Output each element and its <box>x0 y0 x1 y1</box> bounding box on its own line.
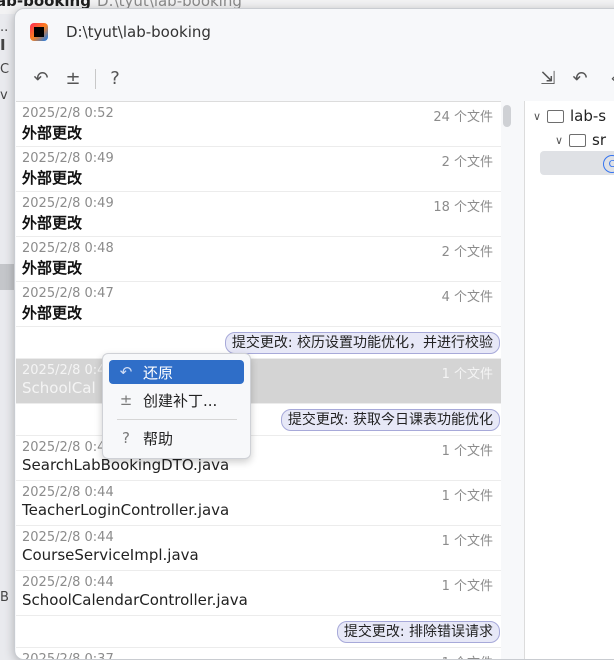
entry-description: CourseServiceImpl.java <box>22 546 199 564</box>
entry-description: SchoolCalendarController.java <box>22 591 248 609</box>
commit-tag-row: 提交更改: 获取今日课表功能优化 <box>16 404 501 436</box>
entry-description: 外部更改 <box>22 214 83 232</box>
question-icon: ? <box>122 429 130 447</box>
entry-date: 2025/2/8 0:49 <box>22 151 114 166</box>
history-entry[interactable]: 2025/2/8 0:47 4 个文件外部更改 <box>16 282 501 327</box>
entry-file-count: 1 个文件 <box>441 444 493 459</box>
entry-description: 外部更改 <box>22 124 83 142</box>
menu-item-label: 还原 <box>143 363 174 382</box>
local-history-window: D:\tyut\lab-booking ↶ ± ? ⇲ ↶ ‹ 2025/2/8… <box>14 8 614 660</box>
menu-item-label: 帮助 <box>143 429 174 448</box>
entry-file-count: 1 个文件 <box>441 534 493 549</box>
scrollbar-thumb[interactable] <box>503 105 511 127</box>
menu-item-revert[interactable]: ↶ 还原 <box>109 360 244 384</box>
background-left-edge: .. I C v B <box>0 20 14 647</box>
left-edge-glyph: .. <box>0 20 9 35</box>
entry-date: 2025/2/8 0:44 <box>22 575 114 590</box>
entry-date: 2025/2/8 0:37 <box>22 652 114 660</box>
history-entry[interactable]: 2025/2/8 0:44 1 个文件 SchoolCalendarControll… <box>16 571 501 616</box>
entry-file-count: 1 个文件 <box>441 579 493 594</box>
tree-node-root[interactable]: ∨ lab-s <box>533 105 606 127</box>
revert-changes-button[interactable]: ↶ <box>567 65 593 91</box>
entry-description: SchoolCal <box>22 379 96 397</box>
left-edge-glyph: I <box>0 36 6 54</box>
history-entry[interactable]: 2025/2/8 0:44 1 个文件 TeacherLoginController… <box>16 481 501 526</box>
history-scrollbar[interactable] <box>502 101 512 659</box>
commit-tag-row: 提交更改: 校历设置功能优化，并进行校验 <box>16 327 501 359</box>
diff-toolbar: ⇲ ↶ ‹ <box>15 61 614 97</box>
history-entry[interactable]: 2025/2/8 0:37 1 个文件 <box>16 648 501 660</box>
left-edge-glyph: v <box>0 88 8 103</box>
file-tree-panel: ∨ lab-s ∨ sr C <box>524 101 614 659</box>
entry-date: 2025/2/8 0:49 <box>22 196 114 211</box>
entry-date: 2025/2/8 0:44 <box>22 485 114 500</box>
menu-item-help[interactable]: ? 帮助 <box>109 426 244 450</box>
left-edge-glyph: C <box>0 62 10 77</box>
tree-node-label: sr <box>592 131 606 149</box>
plus-minus-icon: ± <box>119 391 133 409</box>
context-menu: ↶ 还原 ± 创建补丁... ? 帮助 <box>102 353 251 459</box>
commit-label: 提交更改: 校历设置功能优化，并进行校验 <box>224 332 500 354</box>
undo-icon: ↶ <box>119 363 133 381</box>
merge-button[interactable]: ⇲ <box>535 65 561 91</box>
entry-file-count: 1 个文件 <box>441 367 493 382</box>
entry-file-count: 4 个文件 <box>441 290 493 305</box>
entry-date: 2025/2/8 0:52 <box>22 106 114 121</box>
entry-file-count: 2 个文件 <box>441 155 493 170</box>
commit-tag-row: 提交更改: 排除错误请求 <box>16 616 501 648</box>
folder-icon <box>547 109 564 123</box>
left-edge-glyph: B <box>0 590 9 605</box>
entry-date: 2025/2/8 0:48 <box>22 241 114 256</box>
entry-file-count: 1 个文件 <box>441 489 493 504</box>
history-entry[interactable]: 2025/2/8 0:44 1 个文件 CourseServiceImpl.java <box>16 526 501 571</box>
more-button[interactable]: ‹ <box>601 65 614 91</box>
chevron-down-icon[interactable]: ∨ <box>533 110 547 123</box>
menu-item-label: 创建补丁... <box>143 391 218 410</box>
entry-file-count: 18 个文件 <box>433 200 493 215</box>
entry-file-count: 24 个文件 <box>433 110 493 125</box>
history-entry[interactable]: 2025/2/8 0:4 1 个文件 SchoolCal <box>16 359 501 404</box>
commit-label: 提交更改: 排除错误请求 <box>336 621 500 643</box>
tree-node-label: lab-s <box>570 107 607 125</box>
history-entry[interactable]: 2025/2/8 0:52 24 个文件外部更改 <box>16 102 501 147</box>
class-icon: C <box>603 155 614 173</box>
history-entry[interactable]: 2025/2/8 0:49 18 个文件外部更改 <box>16 192 501 237</box>
entry-date: 2025/2/8 0:4 <box>22 363 106 378</box>
tree-node-src[interactable]: ∨ sr <box>555 129 606 151</box>
history-entry[interactable]: 2025/2/8 0:4 1 个文件 SearchLabBookingDTO.jav… <box>16 436 501 481</box>
chevron-down-icon[interactable]: ∨ <box>555 134 569 147</box>
menu-item-create-patch[interactable]: ± 创建补丁... <box>109 388 244 412</box>
entry-description: 外部更改 <box>22 304 83 322</box>
window-title: D:\tyut\lab-booking <box>66 23 211 41</box>
entry-date: 2025/2/8 0:44 <box>22 530 114 545</box>
commit-label: 提交更改: 获取今日课表功能优化 <box>280 409 500 431</box>
merge-arrows-icon: ⇲ <box>540 67 556 89</box>
entry-description: 外部更改 <box>22 169 83 187</box>
title-bar[interactable]: D:\tyut\lab-booking <box>15 9 614 55</box>
chevron-left-icon: ‹ <box>610 68 614 89</box>
entry-file-count: 2 个文件 <box>441 245 493 260</box>
left-edge-selection <box>0 264 14 290</box>
folder-icon <box>569 133 586 147</box>
entry-date: 2025/2/8 0:47 <box>22 286 114 301</box>
undo-icon: ↶ <box>572 67 588 89</box>
history-entry[interactable]: 2025/2/8 0:49 2 个文件外部更改 <box>16 147 501 192</box>
entry-description: 外部更改 <box>22 259 83 277</box>
history-entry[interactable]: 2025/2/8 0:48 2 个文件外部更改 <box>16 237 501 282</box>
menu-separator <box>117 419 237 420</box>
history-list[interactable]: 2025/2/8 0:52 24 个文件外部更改 2025/2/8 0:49 2 个文… <box>16 101 501 660</box>
entry-file-count: 1 个文件 <box>442 652 493 659</box>
entry-description: TeacherLoginController.java <box>22 501 230 519</box>
entry-date: 2025/2/8 0:4 <box>22 440 106 455</box>
intellij-logo-icon <box>30 23 48 41</box>
